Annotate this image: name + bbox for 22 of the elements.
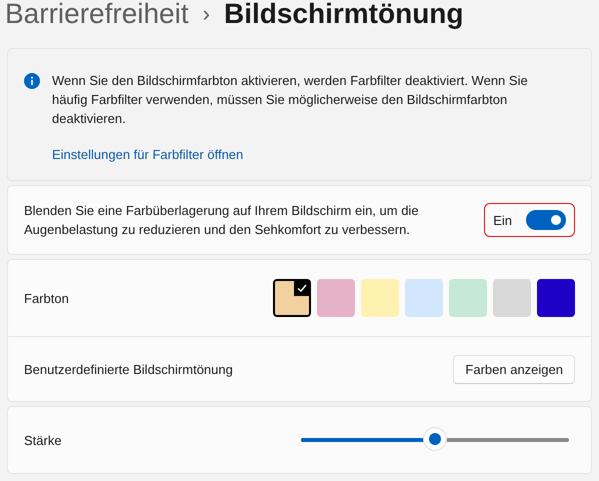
breadcrumb-separator: › [202,1,210,27]
toggle-label: Ein [493,212,512,228]
checkmark-icon [294,280,310,296]
info-text: Wenn Sie den Bildschirmfarbton aktivieren, werden Farbfilter deaktiviert. Wenn Sie häufig Farbfilter verwenden, müssen Sie möglicherweise den Bildschirmfarbton deaktivieren. [52,72,529,128]
breadcrumb-parent[interactable]: Barrierefreiheit [5,0,189,30]
overlay-description: Blenden Sie eine Farbüberlagerung auf Ihrem Bildschirm ein, um die Augenbelastung zu reduzieren und den Sehkomfort zu verbessern. [24,202,420,239]
info-icon [24,73,40,89]
page-title: Bildschirmtönung [224,0,464,30]
color-swatch[interactable] [317,279,355,317]
color-swatch[interactable] [493,279,531,317]
color-swatch[interactable] [537,279,575,317]
color-swatch[interactable] [361,279,399,317]
show-colors-button[interactable]: Farben anzeigen [453,354,575,384]
color-swatch[interactable] [273,279,311,317]
color-filter-link[interactable]: Einstellungen für Farbfilter öffnen [52,147,244,162]
color-swatch[interactable] [405,279,443,317]
slider-thumb[interactable] [424,428,446,450]
strength-label: Stärke [24,432,62,448]
custom-tint-label: Benutzerdefinierte Bildschirmtönung [24,362,233,376]
color-swatch[interactable] [449,279,487,317]
toggle-switch[interactable] [526,210,566,230]
tint-label: Farbton [24,290,69,306]
